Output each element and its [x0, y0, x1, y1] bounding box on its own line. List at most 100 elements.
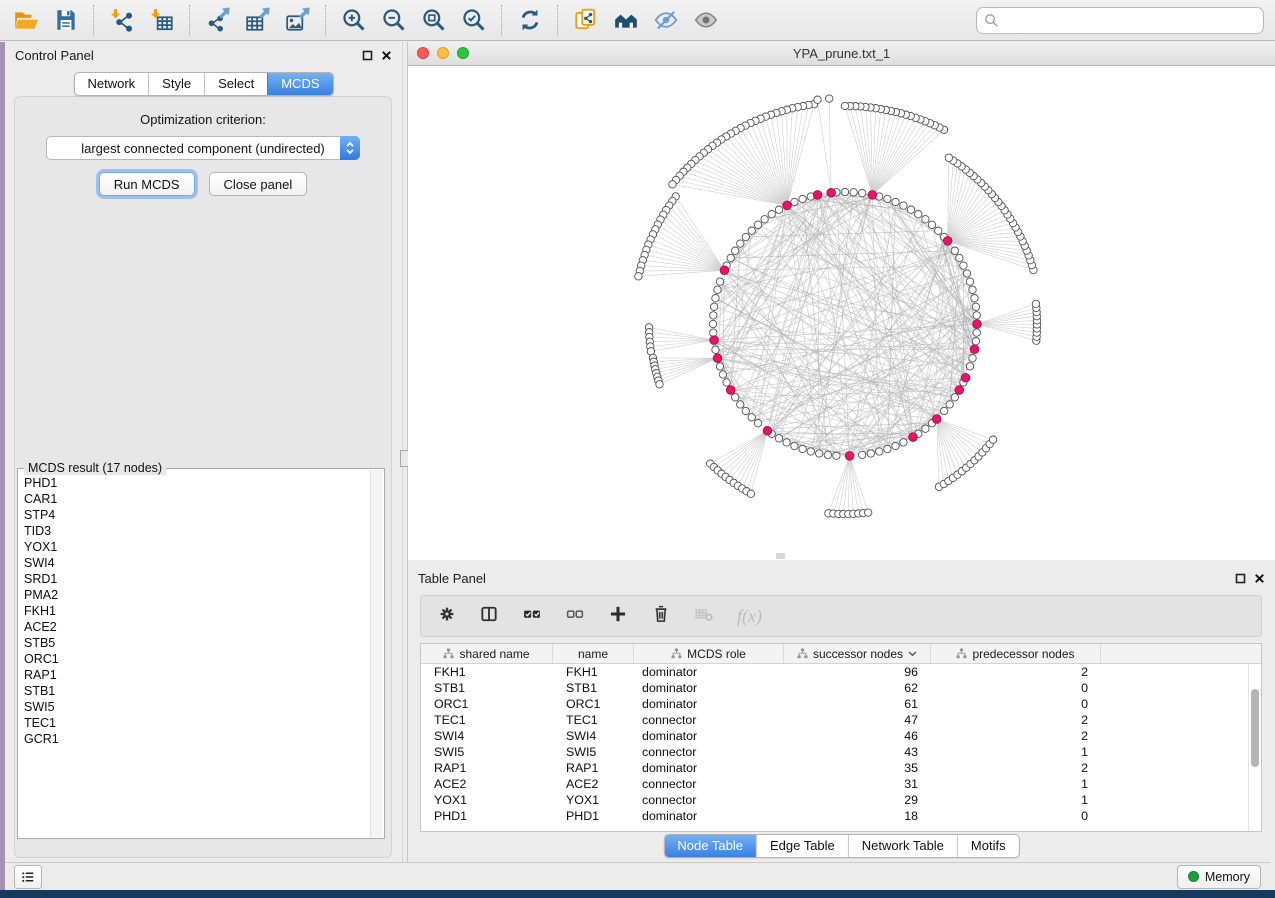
- mcds-result-item[interactable]: STP4: [24, 507, 370, 523]
- table-cell[interactable]: 29: [784, 792, 931, 808]
- table-cell[interactable]: 43: [784, 744, 931, 760]
- table-cell[interactable]: dominator: [634, 664, 784, 680]
- mcds-result-item[interactable]: STB5: [24, 635, 370, 651]
- table-cell[interactable]: connector: [634, 776, 784, 792]
- tab-node-table[interactable]: Node Table: [664, 835, 756, 857]
- console-button[interactable]: [14, 865, 42, 889]
- table-cell[interactable]: [1101, 712, 1261, 728]
- mcds-result-item[interactable]: SWI4: [24, 555, 370, 571]
- table-cell[interactable]: 31: [784, 776, 931, 792]
- table-cell[interactable]: SWI5: [553, 744, 634, 760]
- table-cell[interactable]: dominator: [634, 696, 784, 712]
- column-header-name[interactable]: name: [553, 644, 634, 663]
- tab-network-table[interactable]: Network Table: [848, 835, 957, 857]
- table-row[interactable]: TEC1TEC1connector472: [421, 712, 1261, 728]
- table-cell[interactable]: [1101, 728, 1261, 744]
- table-cell[interactable]: dominator: [634, 760, 784, 776]
- table-cell[interactable]: PHD1: [421, 808, 553, 824]
- mcds-result-item[interactable]: PMA2: [24, 587, 370, 603]
- table-cell[interactable]: RAP1: [421, 760, 553, 776]
- zoom-selected-button[interactable]: [454, 4, 494, 37]
- table-cell[interactable]: [1101, 696, 1261, 712]
- table-cell[interactable]: 1: [931, 776, 1101, 792]
- table-cell[interactable]: YOX1: [553, 792, 634, 808]
- table-cell[interactable]: RAP1: [553, 760, 634, 776]
- tab-style[interactable]: Style: [148, 73, 204, 95]
- table-cell[interactable]: dominator: [634, 808, 784, 824]
- mcds-result-item[interactable]: RAP1: [24, 667, 370, 683]
- table-cell[interactable]: 1: [931, 744, 1101, 760]
- table-row[interactable]: ACE2ACE2connector311: [421, 776, 1261, 792]
- table-cell[interactable]: ACE2: [421, 776, 553, 792]
- column-header-successor-nodes[interactable]: successor nodes: [784, 644, 931, 663]
- table-row[interactable]: SWI5SWI5connector431: [421, 744, 1261, 760]
- table-cell[interactable]: 2: [931, 760, 1101, 776]
- mcds-result-item[interactable]: SWI5: [24, 699, 370, 715]
- tab-network[interactable]: Network: [74, 73, 148, 95]
- table-cell[interactable]: [1101, 744, 1261, 760]
- table-row[interactable]: PHD1PHD1dominator180: [421, 808, 1261, 824]
- table-cell[interactable]: FKH1: [553, 664, 634, 680]
- table-cell[interactable]: [1101, 760, 1261, 776]
- table-cell[interactable]: [1101, 680, 1261, 696]
- refresh-button[interactable]: [510, 4, 550, 37]
- mcds-result-item[interactable]: YOX1: [24, 539, 370, 555]
- table-cell[interactable]: ORC1: [553, 696, 634, 712]
- table-cell[interactable]: 1: [931, 792, 1101, 808]
- mcds-result-item[interactable]: TEC1: [24, 715, 370, 731]
- search-input[interactable]: [999, 10, 1263, 30]
- mcds-result-item[interactable]: CAR1: [24, 491, 370, 507]
- delete-row-button[interactable]: [651, 604, 671, 629]
- import-network-button[interactable]: [102, 4, 142, 37]
- add-row-button[interactable]: [608, 604, 628, 629]
- table-cell[interactable]: connector: [634, 744, 784, 760]
- columns-button[interactable]: [479, 604, 499, 629]
- table-cell[interactable]: 0: [931, 696, 1101, 712]
- open-file-button[interactable]: [6, 4, 46, 37]
- table-cell[interactable]: 35: [784, 760, 931, 776]
- network-canvas[interactable]: [408, 66, 1275, 560]
- mcds-result-item[interactable]: TID3: [24, 523, 370, 539]
- close-panel-icon[interactable]: [381, 50, 392, 61]
- float-table-panel-icon[interactable]: [1235, 573, 1246, 584]
- deselect-all-button[interactable]: [565, 604, 585, 629]
- select-all-button[interactable]: [522, 604, 542, 629]
- hide-selected-button[interactable]: [646, 4, 686, 37]
- zoom-in-button[interactable]: [334, 4, 374, 37]
- table-scrollbar[interactable]: [1248, 664, 1261, 831]
- import-table-button[interactable]: [142, 4, 182, 37]
- table-cell[interactable]: 2: [931, 728, 1101, 744]
- table-cell[interactable]: dominator: [634, 680, 784, 696]
- table-cell[interactable]: [1101, 808, 1261, 824]
- mcds-result-item[interactable]: ORC1: [24, 651, 370, 667]
- table-cell[interactable]: [1101, 776, 1261, 792]
- table-cell[interactable]: connector: [634, 712, 784, 728]
- mcds-result-scrollbar[interactable]: [370, 470, 383, 837]
- table-cell[interactable]: SWI4: [421, 728, 553, 744]
- export-image-button[interactable]: [278, 4, 318, 37]
- tab-select[interactable]: Select: [204, 73, 267, 95]
- table-cell[interactable]: YOX1: [421, 792, 553, 808]
- clone-network-button[interactable]: [566, 4, 606, 37]
- run-mcds-button[interactable]: Run MCDS: [99, 172, 195, 196]
- mcds-result-item[interactable]: FKH1: [24, 603, 370, 619]
- table-row[interactable]: ORC1ORC1dominator610: [421, 696, 1261, 712]
- table-cell[interactable]: 46: [784, 728, 931, 744]
- table-row[interactable]: YOX1YOX1connector291: [421, 792, 1261, 808]
- show-hidden-button[interactable]: [686, 4, 726, 37]
- table-cell[interactable]: TEC1: [553, 712, 634, 728]
- minimize-window-button[interactable]: [437, 47, 449, 59]
- export-network-button[interactable]: [198, 4, 238, 37]
- table-cell[interactable]: TEC1: [421, 712, 553, 728]
- float-panel-icon[interactable]: [362, 50, 373, 61]
- close-panel-button[interactable]: Close panel: [209, 172, 308, 196]
- mcds-result-item[interactable]: PHD1: [24, 475, 370, 491]
- table-cell[interactable]: 47: [784, 712, 931, 728]
- close-window-button[interactable]: [417, 47, 429, 59]
- table-cell[interactable]: 2: [931, 712, 1101, 728]
- table-cell[interactable]: ACE2: [553, 776, 634, 792]
- table-cell[interactable]: [1101, 664, 1261, 680]
- column-header-shared-name[interactable]: shared name: [421, 644, 553, 663]
- table-cell[interactable]: 18: [784, 808, 931, 824]
- mcds-result-item[interactable]: ACE2: [24, 619, 370, 635]
